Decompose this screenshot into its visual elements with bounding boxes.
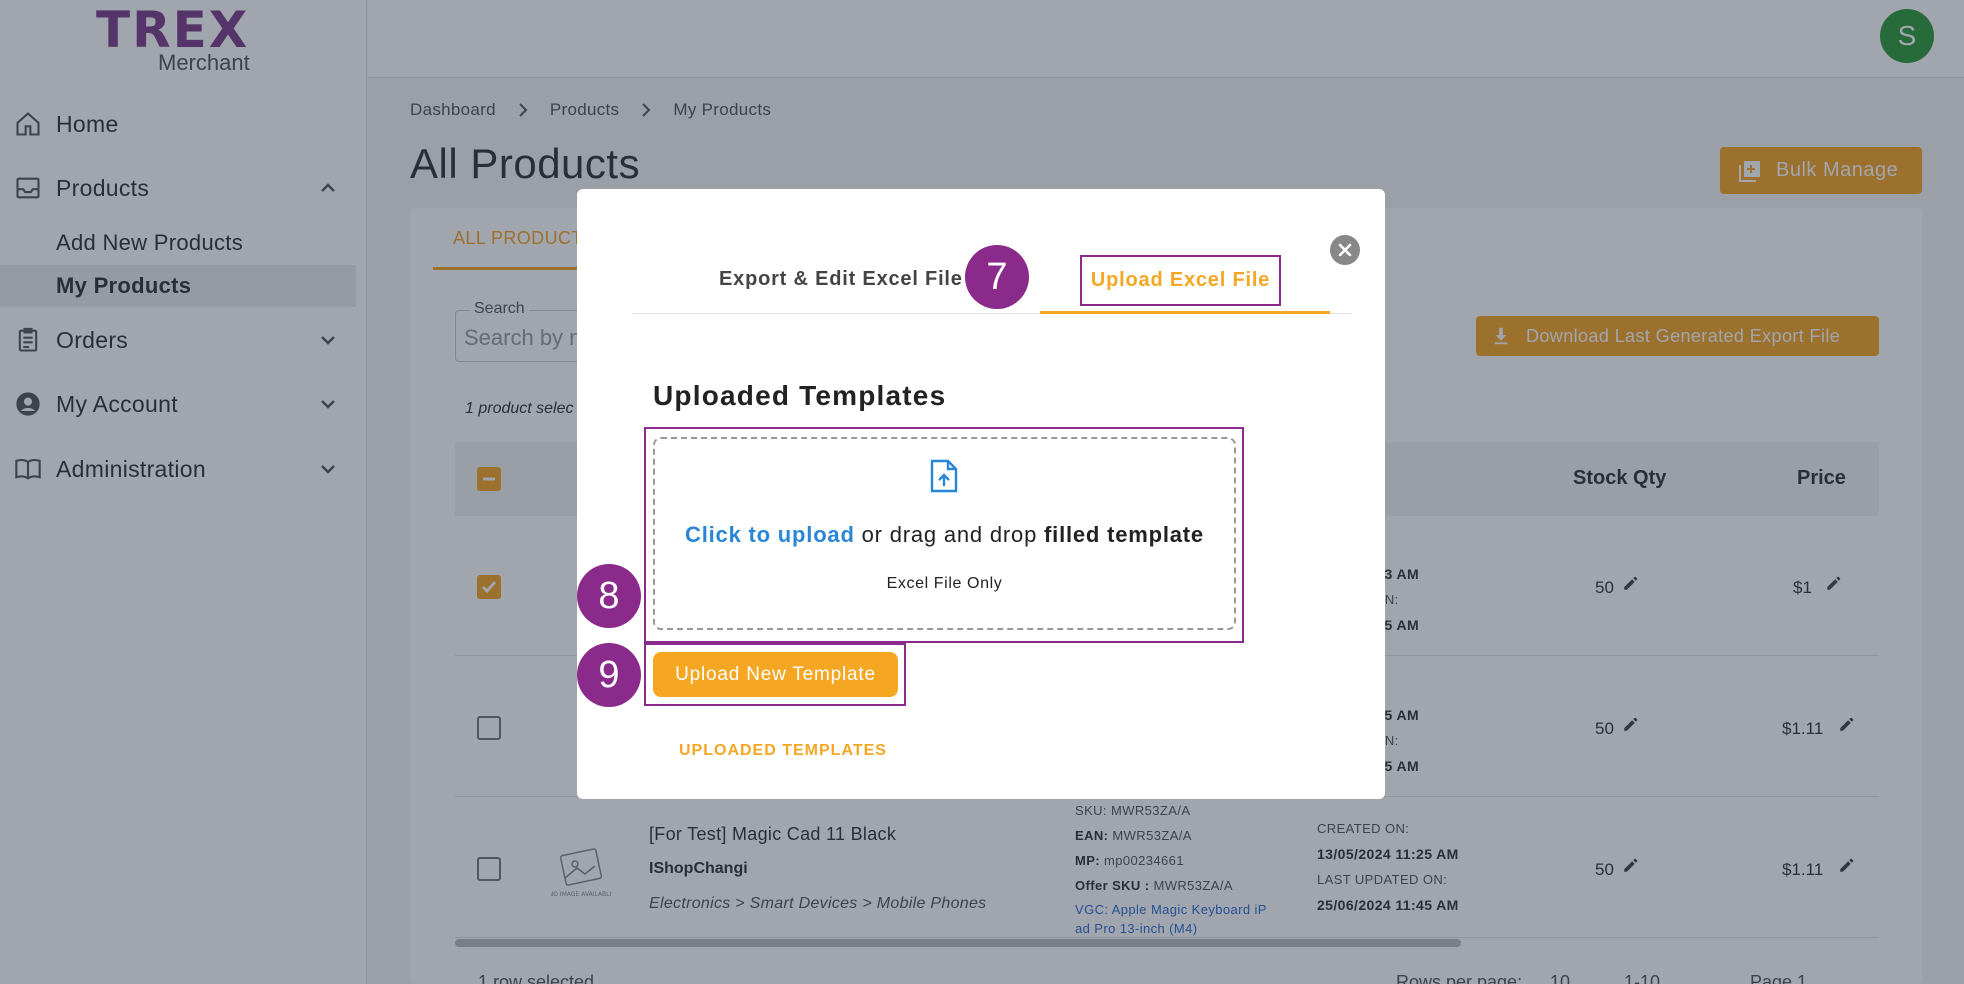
active-tab-indicator (1040, 311, 1330, 314)
tab-export-edit-excel[interactable]: Export & Edit Excel File (719, 268, 963, 291)
file-type-hint: Excel File Only (886, 575, 1003, 592)
close-button[interactable] (1330, 235, 1360, 265)
uploaded-templates-title: Uploaded Templates (653, 380, 947, 411)
click-to-upload-link[interactable]: Click to upload (685, 522, 855, 547)
filled-template-text: filled template (1044, 522, 1204, 547)
tab-upload-excel-label: Upload Excel File (1090, 269, 1271, 291)
upload-new-template-button[interactable]: Upload New Template (653, 652, 898, 697)
drag-drop-text: or drag and drop (861, 522, 1038, 547)
step-badge-9: 9 (577, 643, 641, 707)
step-badge-8: 8 (577, 564, 641, 628)
tab-upload-excel[interactable]: Upload Excel File (1080, 255, 1281, 306)
dropzone-instructions: Click to upload or drag and drop filled … (653, 522, 1236, 548)
upload-file-icon (930, 459, 958, 493)
close-icon (1338, 243, 1352, 257)
uploaded-templates-link[interactable]: UPLOADED TEMPLATES (679, 742, 887, 760)
step-badge-7: 7 (965, 245, 1029, 309)
